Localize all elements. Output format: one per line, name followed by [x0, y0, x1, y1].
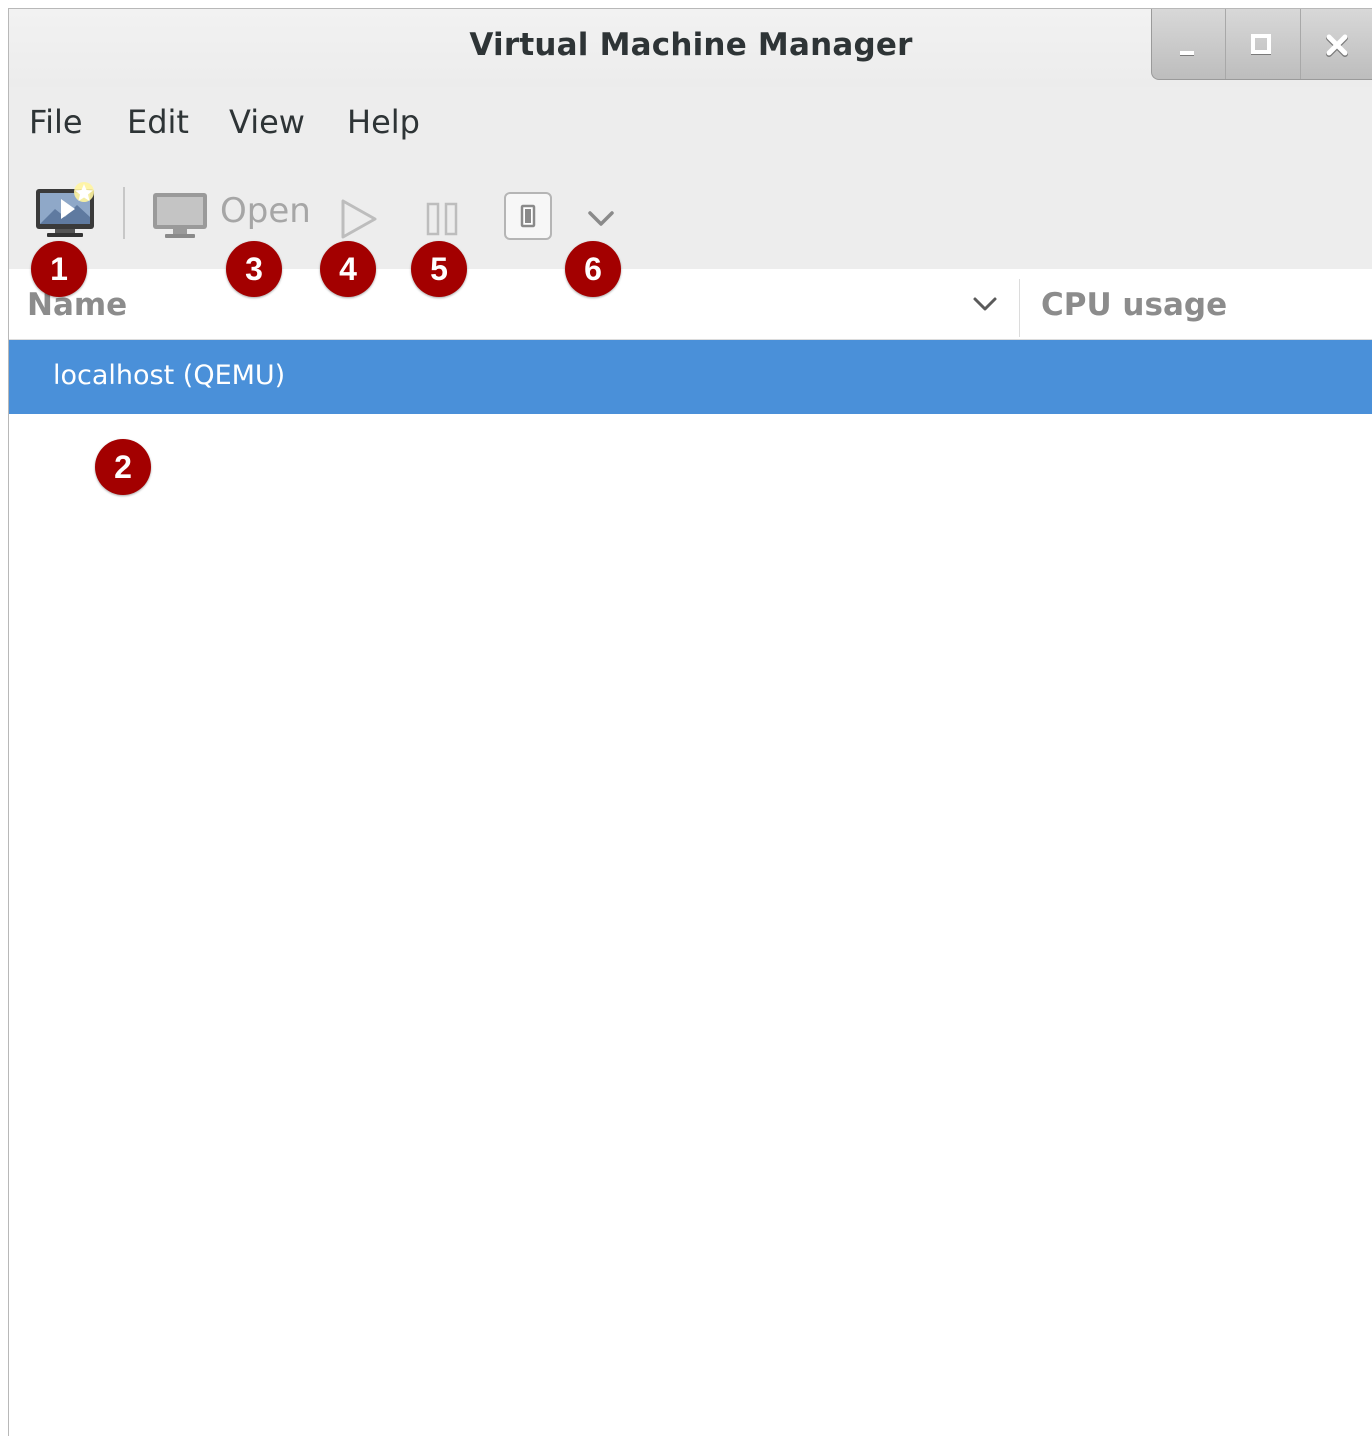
title-bar[interactable]: Virtual Machine Manager: [9, 9, 1372, 87]
run-button[interactable]: [339, 197, 379, 241]
new-vm-button[interactable]: [33, 181, 101, 243]
minimize-button[interactable]: [1152, 9, 1227, 79]
menu-view[interactable]: View: [229, 103, 305, 141]
column-header-name[interactable]: Name: [27, 287, 127, 323]
open-label: Open: [220, 191, 311, 231]
toolbar: Open: [9, 167, 1372, 269]
play-icon: [341, 199, 377, 239]
callout-badge-2: 2: [95, 439, 151, 495]
menu-bar: File Edit View Help: [9, 87, 1372, 167]
pause-button[interactable]: [425, 201, 461, 237]
column-header-cpu-usage[interactable]: CPU usage: [1041, 287, 1227, 323]
list-header: Name CPU usage: [9, 269, 1372, 340]
new-vm-icon: [36, 182, 94, 237]
sort-chevron-icon[interactable]: [971, 293, 999, 315]
callout-badge-4: 4: [320, 241, 376, 297]
connection-row[interactable]: localhost (QEMU): [9, 340, 1372, 414]
monitor-icon: [153, 193, 207, 238]
callout-badge-5: 5: [411, 241, 467, 297]
shutdown-button[interactable]: [503, 191, 553, 241]
toolbar-separator: [123, 187, 125, 239]
main-window: Virtual Machine Manager File Edit View H…: [8, 8, 1372, 1436]
pause-icon: [426, 202, 458, 236]
menu-help[interactable]: Help: [347, 103, 420, 141]
connection-name: localhost (QEMU): [53, 360, 286, 391]
window-controls: [1151, 9, 1372, 80]
chevron-down-icon: [588, 211, 614, 226]
menu-file[interactable]: File: [29, 103, 83, 141]
callout-badge-6: 6: [565, 241, 621, 297]
column-divider[interactable]: [1019, 279, 1020, 337]
shutdown-icon: [504, 192, 552, 240]
callout-badge-3: 3: [226, 241, 282, 297]
close-icon: [1325, 34, 1348, 57]
close-button[interactable]: [1301, 9, 1372, 79]
callout-badge-1: 1: [31, 241, 87, 297]
maximize-button[interactable]: [1226, 9, 1301, 79]
shutdown-menu-button[interactable]: [585, 205, 617, 231]
menu-edit[interactable]: Edit: [127, 103, 189, 141]
